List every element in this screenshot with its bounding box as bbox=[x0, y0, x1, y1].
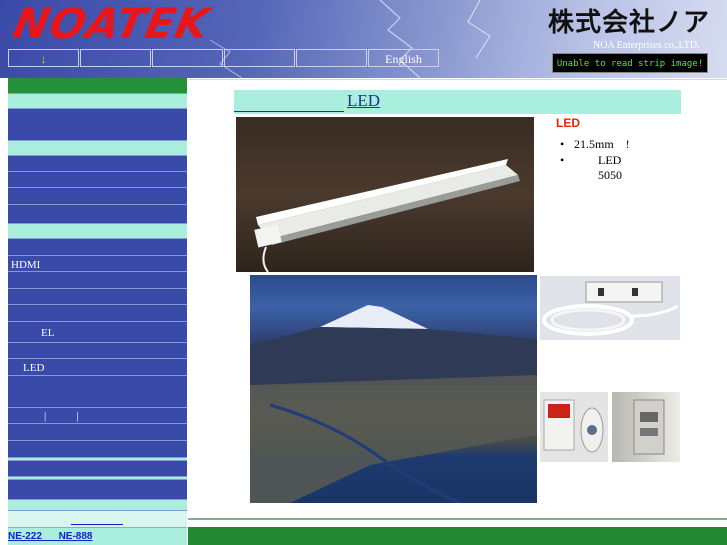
sidebar-item-1[interactable] bbox=[8, 109, 187, 141]
nav-item-3[interactable] bbox=[152, 49, 223, 67]
sidebar-item-3[interactable] bbox=[8, 172, 187, 188]
company-name-jp: 株式会社ノア bbox=[548, 8, 711, 38]
nav-english[interactable]: English bbox=[368, 49, 439, 67]
led-bar-photo bbox=[236, 117, 534, 272]
company-name-en: NOA Enterprises co.,LTD. bbox=[593, 40, 700, 51]
sidebar-item-7[interactable] bbox=[8, 272, 187, 289]
sidebar-item-10[interactable] bbox=[8, 343, 187, 359]
product-title: LED bbox=[347, 91, 381, 110]
nav-item-2[interactable] bbox=[80, 49, 151, 67]
sidebar-item-14[interactable] bbox=[8, 441, 187, 458]
footer-bar bbox=[188, 527, 727, 545]
sidebar-item-13[interactable] bbox=[8, 424, 187, 441]
sidebar-item-el[interactable]: EL bbox=[8, 322, 187, 343]
nav-down-arrow[interactable]: ↓ bbox=[8, 49, 79, 67]
controller-photo bbox=[612, 392, 680, 462]
sidebar-section-header-2 bbox=[8, 141, 187, 156]
footer-divider bbox=[188, 518, 727, 520]
sensor-photo bbox=[540, 392, 608, 462]
sidebar-item-15[interactable] bbox=[8, 461, 187, 477]
led-bar-illustration bbox=[254, 159, 520, 272]
sidebar-item-11[interactable] bbox=[8, 376, 187, 408]
sidebar-item-4[interactable] bbox=[8, 188, 187, 205]
fuji-illustration bbox=[250, 305, 537, 503]
nav-item-5[interactable] bbox=[296, 49, 367, 67]
sidebar: HDMI EL LED | | NE-222 NE-888 bbox=[8, 78, 187, 545]
sidebar-green-top bbox=[8, 78, 187, 94]
sidebar-item-5[interactable] bbox=[8, 205, 187, 224]
mt-fuji-photo bbox=[250, 275, 537, 503]
title-underline bbox=[234, 111, 344, 112]
power-cable-photo bbox=[540, 276, 680, 340]
bullet-icon: • bbox=[560, 137, 565, 151]
sidebar-bottom-links[interactable]: NE-222 NE-888 bbox=[8, 528, 187, 545]
noatek-logo[interactable]: NOATEK bbox=[9, 0, 215, 48]
sidebar-item-12[interactable]: | | bbox=[8, 408, 187, 424]
sidebar-item-2[interactable] bbox=[8, 156, 187, 172]
top-nav: ↓ English bbox=[8, 49, 440, 69]
main-top-divider bbox=[188, 79, 727, 80]
sidebar-item-led[interactable]: LED bbox=[8, 359, 187, 376]
sidebar-item-9[interactable] bbox=[8, 305, 187, 322]
sidebar-product-links[interactable]: NE-222 NE-888 bbox=[8, 531, 92, 542]
nav-item-4[interactable] bbox=[224, 49, 295, 67]
led-heading: LED bbox=[556, 116, 580, 130]
cable-illustration bbox=[542, 281, 679, 336]
sidebar-section-header-1 bbox=[8, 94, 187, 109]
sidebar-link-underline bbox=[71, 524, 123, 525]
sidebar-item-hdmi[interactable]: HDMI bbox=[8, 256, 187, 272]
sidebar-section-header-4 bbox=[8, 500, 187, 511]
sidebar-item-16[interactable] bbox=[8, 480, 187, 500]
sidebar-white-cell bbox=[8, 511, 187, 528]
header-banner: NOATEK 株式会社ノア NOA Enterprises co.,LTD. U… bbox=[0, 0, 727, 78]
sidebar-item-6[interactable] bbox=[8, 239, 187, 256]
sensor-illustration bbox=[543, 399, 604, 453]
sidebar-section-header-3 bbox=[8, 224, 187, 239]
bullet-icon: • bbox=[560, 153, 565, 167]
strip-image-error: Unable to read strip image! bbox=[552, 53, 708, 73]
sidebar-item-8[interactable] bbox=[8, 289, 187, 305]
controller-illustration bbox=[633, 399, 665, 455]
